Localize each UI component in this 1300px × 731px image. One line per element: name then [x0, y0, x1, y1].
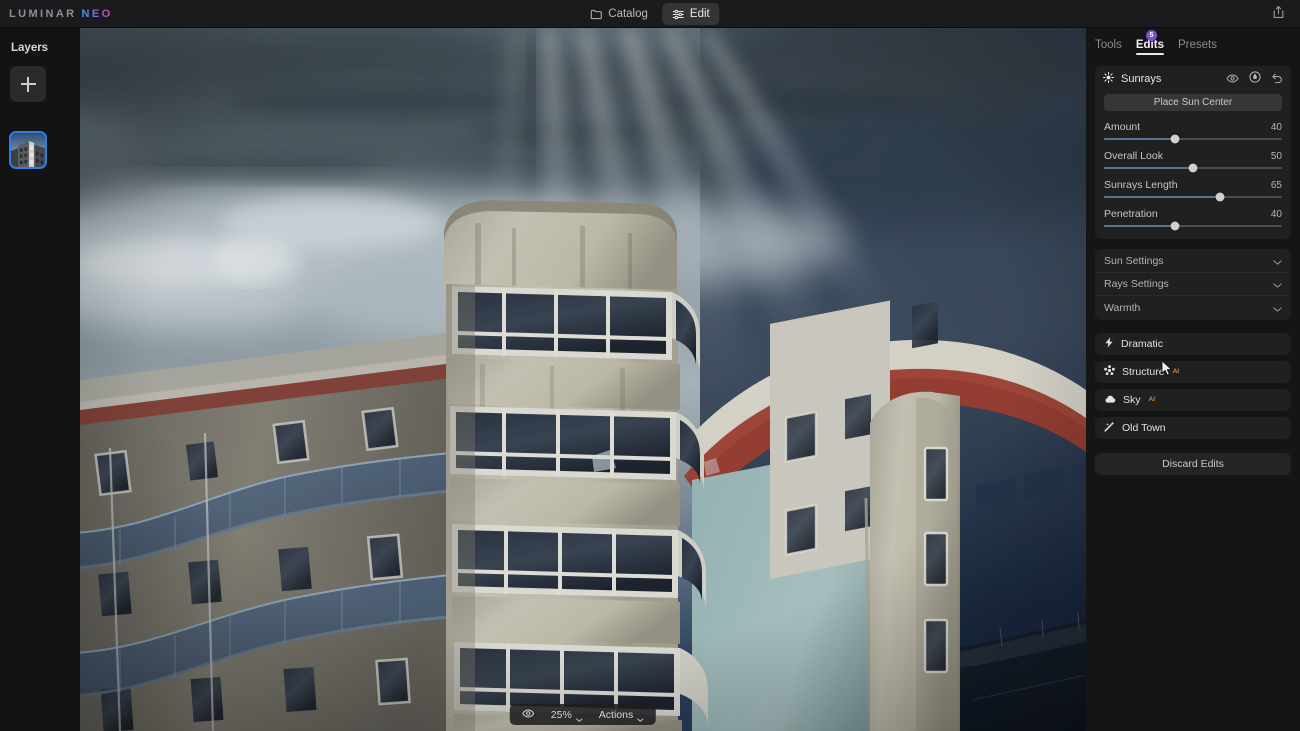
structure-grid-icon — [1104, 363, 1115, 381]
building-photo-thumbnail — [11, 133, 45, 167]
section-warmth-label: Warmth — [1104, 301, 1141, 314]
edit-row-dramatic[interactable]: Dramatic — [1095, 333, 1291, 355]
edit-row-dramatic-label: Dramatic — [1121, 338, 1164, 350]
tab-tools[interactable]: Tools — [1095, 39, 1122, 53]
folder-icon — [590, 9, 602, 20]
slider-amount-knob[interactable] — [1170, 134, 1180, 144]
ai-badge: AI — [1172, 367, 1180, 375]
edit-row-old-town[interactable]: Old Town — [1095, 417, 1291, 439]
photo-canvas[interactable]: 25% Actions — [80, 28, 1086, 731]
sunrays-subsections: Sun Settings Rays Settings Warmth — [1095, 249, 1291, 320]
eye-icon — [522, 708, 535, 721]
logo-neo-text: NEO — [81, 8, 113, 20]
slider-overall-look-label: Overall Look — [1104, 150, 1163, 162]
magic-wand-icon — [1104, 419, 1115, 437]
discard-edits-button[interactable]: Discard Edits — [1095, 453, 1291, 475]
sunrays-tool-header[interactable]: Sunrays — [1095, 66, 1291, 92]
slider-amount-track[interactable] — [1104, 134, 1282, 144]
edit-row-sky-label: Sky — [1123, 394, 1141, 406]
eye-visibility-icon[interactable] — [1226, 70, 1239, 88]
section-sun-settings-label: Sun Settings — [1104, 255, 1164, 267]
slider-overall-look-fill — [1104, 167, 1193, 169]
logo-luminar-text: LUMINAR — [9, 8, 77, 20]
nav-edit-label: Edit — [689, 8, 710, 20]
slider-overall-look-header: Overall Look 50 — [1104, 150, 1282, 162]
slider-amount-value: 40 — [1270, 122, 1282, 133]
chevron-down-icon — [576, 713, 583, 722]
slider-sunrays-length-value: 65 — [1270, 180, 1282, 191]
actions-label: Actions — [598, 708, 634, 721]
place-sun-center-button[interactable]: Place Sun Center — [1104, 94, 1282, 111]
slider-sunrays-length-label: Sunrays Length — [1104, 179, 1178, 191]
share-export-button[interactable] — [1268, 5, 1288, 23]
zoom-level-selector[interactable]: 25% — [544, 705, 590, 724]
ai-badge: AI — [1148, 395, 1156, 403]
edits-panel: Tools Edits Presets 5 Sunrays Place Sun … — [1086, 28, 1300, 731]
slider-penetration-fill — [1104, 225, 1176, 227]
slider-sunrays-length[interactable]: Sunrays Length 65 — [1104, 179, 1282, 202]
compare-toggle-button[interactable] — [515, 705, 542, 724]
section-rays-settings-label: Rays Settings — [1104, 278, 1169, 290]
slider-penetration-label: Penetration — [1104, 208, 1158, 220]
section-warmth[interactable]: Warmth — [1095, 296, 1291, 319]
slider-sunrays-length-fill — [1104, 196, 1220, 198]
layer-thumbnail-item[interactable] — [9, 131, 47, 169]
chevron-down-icon — [1273, 299, 1282, 317]
edited-photograph — [80, 28, 1086, 731]
slider-sunrays-length-track[interactable] — [1104, 192, 1282, 202]
sunrays-tool-title: Sunrays — [1121, 73, 1162, 85]
nav-edit-button[interactable]: Edit — [661, 3, 720, 25]
edit-row-structure-label: Structure — [1122, 366, 1165, 378]
canvas-toolbar: 25% Actions — [509, 704, 657, 725]
zoom-level-value: 25% — [550, 708, 572, 721]
section-rays-settings[interactable]: Rays Settings — [1095, 273, 1291, 296]
tab-presets[interactable]: Presets — [1178, 39, 1217, 53]
sunrays-icon — [1102, 70, 1115, 88]
sunrays-tool-card: Sunrays Place Sun Center Amount 40 Overa… — [1095, 66, 1291, 239]
nav-catalog-button[interactable]: Catalog — [580, 3, 658, 25]
top-bar: LUMINAR NEO Catalog Edit — [0, 0, 1300, 28]
chevron-down-icon — [1273, 275, 1282, 293]
mask-brush-icon[interactable] — [1249, 70, 1261, 88]
reset-undo-icon[interactable] — [1271, 70, 1283, 88]
slider-penetration-header: Penetration 40 — [1104, 208, 1282, 220]
slider-overall-look-knob[interactable] — [1188, 163, 1198, 173]
edits-count-badge: 5 — [1146, 30, 1157, 41]
bolt-icon — [1104, 335, 1114, 353]
layers-sidebar: Layers — [0, 28, 80, 731]
slider-penetration-value: 40 — [1270, 209, 1282, 220]
share-export-icon — [1272, 5, 1285, 24]
section-sun-settings[interactable]: Sun Settings — [1095, 250, 1291, 273]
slider-amount-header: Amount 40 — [1104, 121, 1282, 133]
app-logo: LUMINAR NEO — [9, 8, 113, 20]
sunrays-header-actions — [1226, 70, 1283, 88]
panel-tab-bar: Tools Edits Presets 5 — [1086, 28, 1300, 55]
slider-sunrays-length-knob[interactable] — [1215, 192, 1225, 202]
actions-menu-button[interactable]: Actions — [592, 705, 651, 724]
slider-overall-look-track[interactable] — [1104, 163, 1282, 173]
sliders-icon — [672, 9, 684, 20]
cloud-icon — [1104, 391, 1116, 409]
slider-overall-look[interactable]: Overall Look 50 — [1104, 150, 1282, 173]
edit-row-old-town-label: Old Town — [1122, 422, 1166, 434]
chevron-down-icon — [637, 713, 644, 722]
slider-amount-label: Amount — [1104, 121, 1141, 133]
slider-penetration-track[interactable] — [1104, 221, 1282, 231]
slider-penetration[interactable]: Penetration 40 — [1104, 208, 1282, 231]
slider-overall-look-value: 50 — [1270, 151, 1282, 162]
edit-row-sky[interactable]: Sky AI — [1095, 389, 1291, 411]
slider-penetration-knob[interactable] — [1170, 221, 1180, 231]
edit-row-structure[interactable]: Structure AI — [1095, 361, 1291, 383]
slider-amount[interactable]: Amount 40 — [1104, 121, 1282, 144]
tab-edits[interactable]: Edits — [1135, 39, 1165, 55]
nav-catalog-label: Catalog — [608, 8, 648, 20]
slider-amount-fill — [1104, 138, 1176, 140]
main-nav: Catalog Edit — [580, 3, 720, 25]
chevron-down-icon — [1273, 252, 1282, 270]
layers-panel-title: Layers — [11, 42, 49, 54]
slider-sunrays-length-header: Sunrays Length 65 — [1104, 179, 1282, 191]
edit-stack-list: Dramatic Structure AI Sky AI Old Town — [1086, 333, 1300, 439]
add-layer-button[interactable] — [10, 66, 46, 102]
